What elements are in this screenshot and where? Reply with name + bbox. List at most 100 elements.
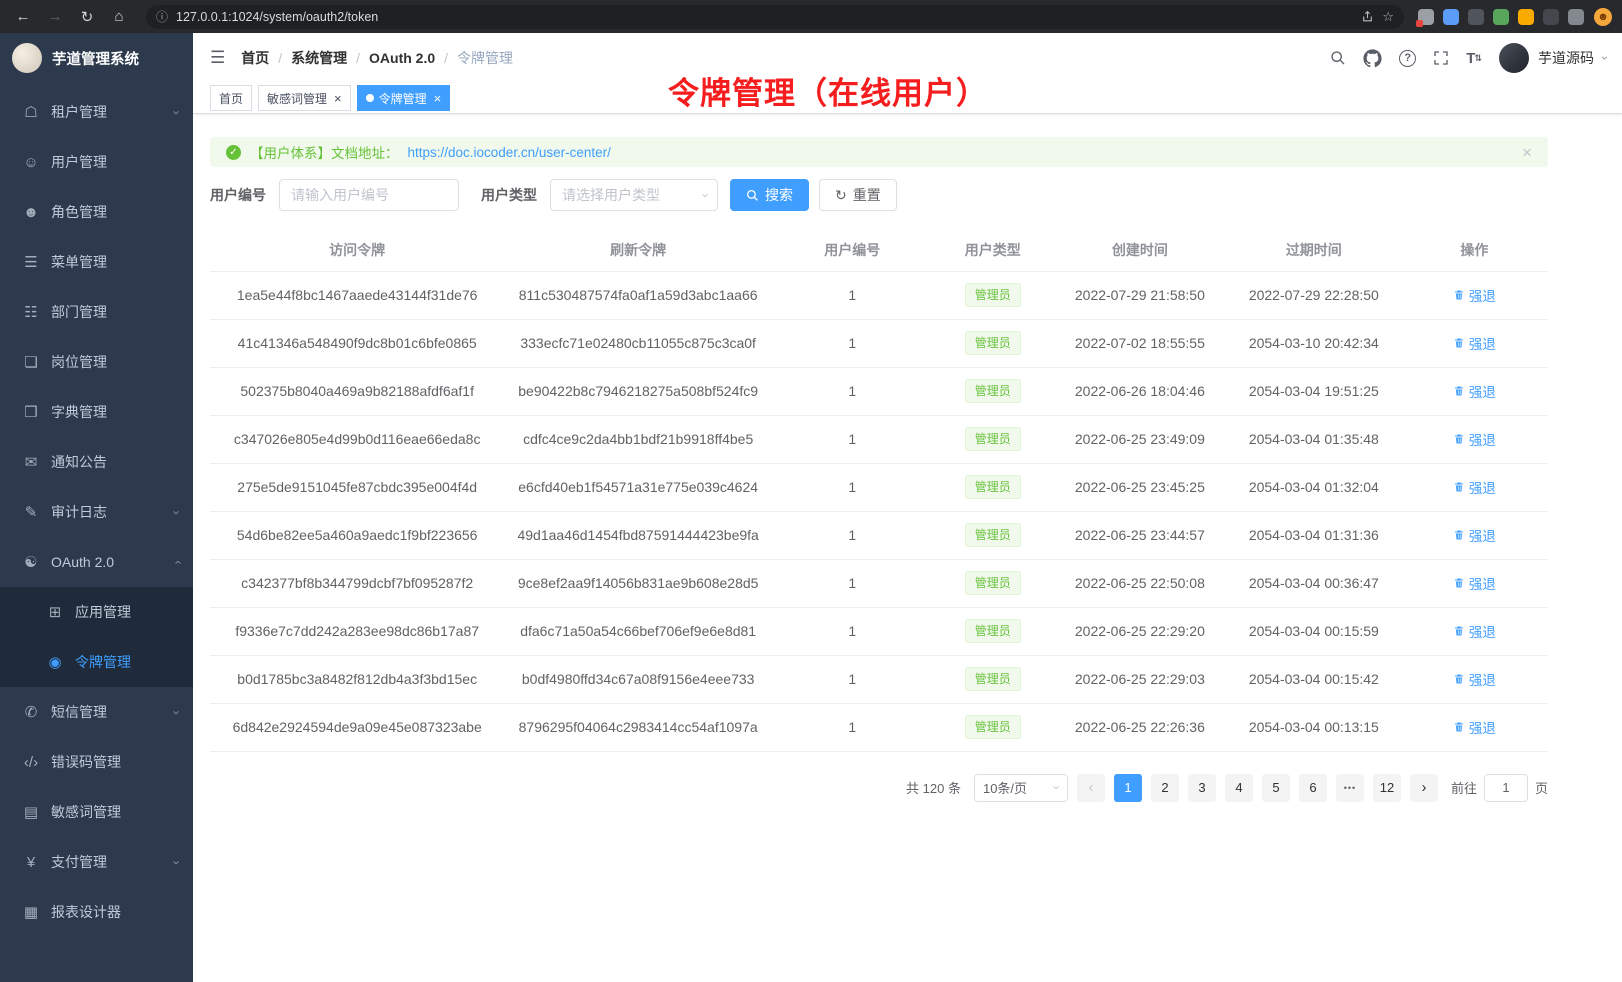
share-icon[interactable] [1361, 10, 1374, 23]
sidebar-item-report[interactable]: ▦ 报表设计器 [0, 887, 193, 937]
tab-token[interactable]: 令牌管理 × [357, 85, 451, 111]
github-icon[interactable] [1363, 49, 1382, 68]
force-logout-button[interactable]: 强退 [1453, 285, 1496, 305]
refresh-icon: ↻ [835, 188, 847, 202]
force-logout-button[interactable]: 强退 [1453, 669, 1496, 689]
sidebar-item-token[interactable]: ◉ 令牌管理 [0, 637, 193, 687]
sidebar-item-app[interactable]: ⊞ 应用管理 [0, 587, 193, 637]
sidebar-item-label: 部门管理 [51, 302, 179, 322]
sidebar-item-tenant[interactable]: ☖ 租户管理 › [0, 87, 193, 137]
extension-pixel-icon[interactable] [1418, 9, 1434, 25]
alert-close-icon[interactable]: × [1522, 144, 1532, 161]
page-button-3[interactable]: 3 [1188, 774, 1216, 802]
user-type-label: 用户类型 [481, 185, 537, 205]
user-avatar[interactable] [1499, 43, 1529, 73]
address-bar[interactable]: ⓘ 127.0.0.1:1024/system/oauth2/token ☆ [146, 5, 1404, 29]
force-logout-button[interactable]: 强退 [1453, 333, 1496, 353]
sidebar-item-label: 租户管理 [51, 102, 164, 122]
sidebar-item-menu[interactable]: ☰ 菜单管理 [0, 237, 193, 287]
site-info-icon[interactable]: ⓘ [156, 8, 168, 25]
extension-panel-icon[interactable] [1568, 9, 1584, 25]
page-button-1[interactable]: 1 [1114, 774, 1142, 802]
force-logout-button[interactable]: 强退 [1453, 573, 1496, 593]
trash-icon [1453, 625, 1465, 637]
cell-user-type: 管理员 [933, 511, 1053, 559]
sidebar-item-sms[interactable]: ✆ 短信管理 › [0, 687, 193, 737]
bookmark-star-icon[interactable]: ☆ [1382, 9, 1394, 25]
username[interactable]: 芋道源码 [1538, 48, 1594, 68]
user-id-input[interactable] [279, 179, 459, 211]
extension-circle-icon[interactable] [1493, 9, 1509, 25]
close-icon[interactable]: × [334, 92, 342, 105]
navbar-tools: ? T⇅ 芋道源码 › [1330, 43, 1607, 73]
cell-create-time: 2022-06-25 22:50:08 [1053, 559, 1227, 607]
user-type-tag: 管理员 [965, 571, 1021, 595]
next-page-button[interactable]: › [1410, 774, 1438, 802]
breadcrumb-item[interactable]: 系统管理 [291, 48, 347, 68]
doc-link[interactable]: https://doc.iocoder.cn/user-center/ [408, 145, 611, 160]
force-logout-button[interactable]: 强退 [1453, 621, 1496, 641]
page-button-2[interactable]: 2 [1151, 774, 1179, 802]
sidebar-item-post[interactable]: ❏ 岗位管理 [0, 337, 193, 387]
force-logout-button[interactable]: 强退 [1453, 381, 1496, 401]
tab-home[interactable]: 首页 [210, 85, 252, 111]
sidebar-item-dept[interactable]: ☷ 部门管理 [0, 287, 193, 337]
column-header: 用户编号 [772, 229, 933, 271]
sidebar-item-role[interactable]: ☻ 角色管理 [0, 187, 193, 237]
cell-actions: 强退 [1401, 607, 1548, 655]
cell-create-time: 2022-06-25 23:45:25 [1053, 463, 1227, 511]
sidebar-item-notice[interactable]: ✉ 通知公告 [0, 437, 193, 487]
search-button[interactable]: 搜索 [730, 179, 809, 211]
force-logout-button[interactable]: 强退 [1453, 429, 1496, 449]
page-button-12[interactable]: 12 [1373, 774, 1401, 802]
app-logo[interactable]: 芋道管理系统 [0, 33, 193, 83]
home-button[interactable]: ⌂ [106, 5, 132, 29]
chevron-down-icon: › [169, 860, 184, 864]
font-size-icon[interactable]: T⇅ [1466, 50, 1482, 67]
cell-access-token: f9336e7c7dd242a283ee98dc86b17a87 [210, 607, 504, 655]
sidebar-item-errcode[interactable]: ‹/› 错误码管理 [0, 737, 193, 787]
chevron-down-icon[interactable]: › [1598, 56, 1612, 60]
reset-button[interactable]: ↻ 重置 [819, 179, 897, 211]
page-button-5[interactable]: 5 [1262, 774, 1290, 802]
search-icon[interactable] [1330, 50, 1346, 66]
sidebar-item-user[interactable]: ☺ 用户管理 [0, 137, 193, 187]
cell-access-token: 502375b8040a469a9b82188afdf6af1f [210, 367, 504, 415]
sidebar-item-oauth2[interactable]: ☯ OAuth 2.0 › [0, 537, 193, 587]
help-icon[interactable]: ? [1399, 50, 1416, 67]
collapse-menu-icon[interactable]: ☰ [210, 48, 225, 68]
browser-profile-avatar[interactable]: ☻ [1594, 8, 1612, 26]
goto-label: 前往 [1451, 778, 1477, 797]
tab-label: 令牌管理 [379, 90, 427, 107]
column-header: 访问令牌 [210, 229, 504, 271]
user-type-select[interactable]: 请选择用户类型 › [550, 179, 718, 211]
breadcrumb-item[interactable]: 首页 [241, 48, 269, 68]
forward-button[interactable]: → [42, 5, 68, 29]
extension-globe-icon[interactable] [1468, 9, 1484, 25]
sidebar-item-audit[interactable]: ✎ 审计日志 › [0, 487, 193, 537]
tab-sensitive-word[interactable]: 敏感词管理× [258, 85, 351, 111]
extension-dark-icon[interactable] [1543, 9, 1559, 25]
page-button-6[interactable]: 6 [1299, 774, 1327, 802]
refresh-button[interactable]: ↻ [74, 5, 100, 29]
dictionary-icon: ❒ [22, 403, 40, 421]
extension-pinwheel-icon[interactable] [1518, 9, 1534, 25]
force-logout-button[interactable]: 强退 [1453, 525, 1496, 545]
force-logout-button[interactable]: 强退 [1453, 717, 1496, 737]
page-ellipsis[interactable]: ••• [1336, 774, 1364, 802]
breadcrumb-item[interactable]: OAuth 2.0 [369, 50, 435, 66]
fullscreen-icon[interactable] [1433, 50, 1449, 66]
close-icon[interactable]: × [434, 92, 442, 105]
page-size-select[interactable]: 10条/页 › [974, 774, 1068, 802]
url-text[interactable]: 127.0.0.1:1024/system/oauth2/token [176, 10, 1353, 24]
force-logout-button[interactable]: 强退 [1453, 477, 1496, 497]
user-id-label: 用户编号 [210, 185, 266, 205]
back-button[interactable]: ← [10, 5, 36, 29]
sidebar-item-sensitive[interactable]: ▤ 敏感词管理 [0, 787, 193, 837]
sidebar-item-dict[interactable]: ❒ 字典管理 [0, 387, 193, 437]
sidebar-item-pay[interactable]: ¥ 支付管理 › [0, 837, 193, 887]
prev-page-button[interactable]: ‹ [1077, 774, 1105, 802]
goto-page-input[interactable] [1484, 774, 1528, 802]
page-button-4[interactable]: 4 [1225, 774, 1253, 802]
extension-drop-icon[interactable] [1443, 9, 1459, 25]
